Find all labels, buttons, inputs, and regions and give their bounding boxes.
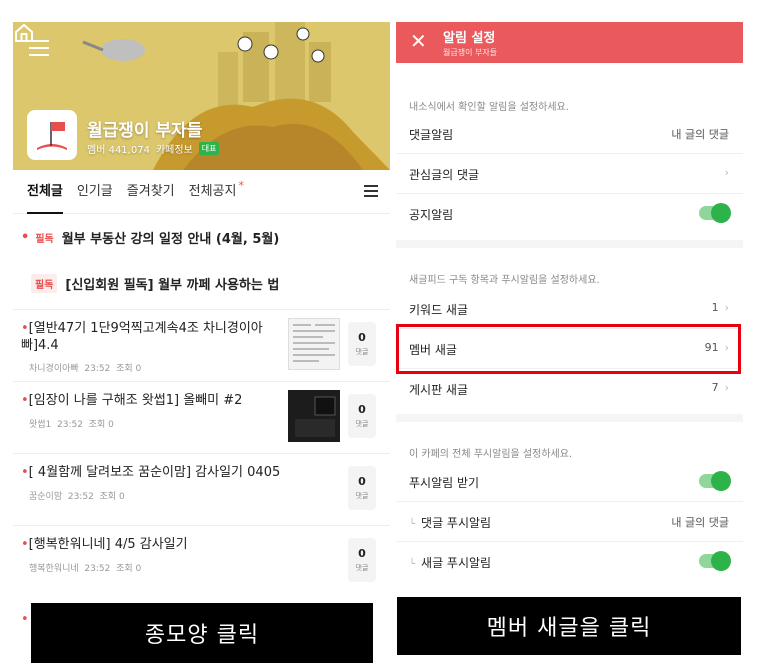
- instruction-caption-left: 종모양 클릭: [31, 603, 373, 663]
- home-icon[interactable]: [13, 22, 35, 44]
- notice-row[interactable]: 필독 [신입회원 필독] 월부 까페 사용하는 법: [13, 262, 390, 304]
- tab-all-notices[interactable]: 전체공지 *: [189, 170, 244, 214]
- section-hint: 새글피드 구독 항목과 푸시알림을 설정하세요.: [409, 275, 600, 286]
- section-divider: [396, 240, 743, 248]
- notice-title: [신입회원 필독] 월부 까페 사용하는 법: [65, 277, 280, 293]
- cafe-info-link[interactable]: 카페정보: [156, 141, 193, 156]
- row-label: 댓글알림: [409, 128, 454, 142]
- row-label: 새글 푸시알림: [421, 556, 492, 570]
- cafe-screen: 월급쟁이 부자들 멤버 441,074 카페정보 대표 전체글 인기글 즐겨찾기…: [13, 22, 390, 662]
- notice-row[interactable]: • 필독 월부 부동산 강의 일정 안내 (4월, 5월): [13, 216, 390, 258]
- comment-push-row[interactable]: └ 댓글 푸시알림 내 글의 댓글: [396, 502, 743, 542]
- chevron-right-icon: ›: [724, 166, 729, 179]
- tab-all-posts[interactable]: 전체글: [27, 170, 63, 214]
- newpost-push-row[interactable]: └ 새글 푸시알림: [396, 542, 743, 582]
- rep-badge: 대표: [198, 142, 220, 155]
- row-label: 공지알림: [409, 208, 454, 222]
- post-title: [행복한워니네] 4/5 감사일기: [28, 537, 188, 552]
- app-bar: ✕ 알림 설정 월급쟁이 부자들: [396, 22, 743, 63]
- row-label: 댓글 푸시알림: [421, 516, 492, 530]
- page-title: 알림 설정: [443, 31, 496, 46]
- post-meta: 왓썹1 23:52 조회 0: [29, 420, 114, 430]
- row-label: 관심글의 댓글: [409, 168, 480, 182]
- post-item[interactable]: •[열반47기 1단9억찍고계속4조 차니경이아빠]4.4 차니경이아빠 23:…: [13, 309, 390, 381]
- section-divider: [396, 414, 743, 422]
- post-bullet-partial: •: [21, 612, 29, 627]
- comment-alert-row[interactable]: 댓글알림 내 글의 댓글: [396, 114, 743, 154]
- notice-tag: 필독: [35, 233, 54, 245]
- post-meta: 차니경이아빠 23:52 조회 0: [29, 364, 142, 374]
- push-alert-toggle[interactable]: [699, 471, 731, 491]
- row-label: 게시판 새글: [409, 383, 469, 397]
- row-label: 푸시알림 받기: [409, 476, 480, 490]
- post-title: [ 4월함께 달려보조 꿈순이맘] 감사일기 0405: [28, 465, 281, 480]
- row-value: 1: [711, 301, 719, 314]
- row-label: 키워드 새글: [409, 303, 469, 317]
- post-item[interactable]: •[행복한워니네] 4/5 감사일기 행복한워니네 23:52 조회 0 0 댓글: [13, 525, 390, 597]
- cafe-name: 월급쟁이 부자들: [87, 121, 203, 141]
- tabs-menu-icon[interactable]: [364, 185, 378, 200]
- comment-count-box: 0 댓글: [348, 538, 376, 582]
- tab-favorites[interactable]: 즐겨찾기: [127, 170, 175, 214]
- newpost-push-toggle[interactable]: [699, 551, 731, 571]
- cafe-meta: 멤버 441,074 카페정보 대표: [87, 141, 220, 156]
- section-hint: 내소식에서 확인할 알림을 설정하세요.: [409, 102, 569, 113]
- post-title: [임장이 나를 구해조 왓썹1] 올빼미 #2: [28, 393, 243, 408]
- notice-alert-row[interactable]: 공지알림: [396, 194, 743, 234]
- post-thumbnail[interactable]: [288, 390, 340, 442]
- new-dot: *: [238, 178, 244, 192]
- chevron-right-icon: ›: [724, 301, 729, 314]
- row-value: 내 글의 댓글: [671, 516, 729, 529]
- push-alert-row[interactable]: 푸시알림 받기: [396, 462, 743, 502]
- interest-comments-row[interactable]: 관심글의 댓글 ›: [396, 154, 743, 194]
- post-thumbnail[interactable]: [288, 318, 340, 370]
- member-new-posts-highlight: [396, 324, 741, 374]
- notification-settings-screen: ✕ 알림 설정 월급쟁이 부자들 내소식에서 확인할 알림을 설정하세요. 댓글…: [396, 22, 743, 662]
- chevron-right-icon: ›: [724, 381, 729, 394]
- board-new-posts-row[interactable]: 게시판 새글 7 ›: [396, 369, 743, 409]
- cafe-banner: 월급쟁이 부자들 멤버 441,074 카페정보 대표: [13, 22, 390, 170]
- cafe-logo: [27, 110, 77, 160]
- sub-item-icon: └: [409, 519, 416, 530]
- page-subtitle: 월급쟁이 부자들: [443, 48, 498, 57]
- tab-popular[interactable]: 인기글: [77, 170, 113, 214]
- post-meta: 꿈순이맘 23:52 조회 0: [29, 492, 125, 502]
- close-icon[interactable]: ✕: [410, 31, 427, 51]
- instruction-caption-right: 멤버 새글을 클릭: [397, 597, 741, 655]
- post-item[interactable]: •[임장이 나를 구해조 왓썹1] 올빼미 #2 왓썹1 23:52 조회 0 …: [13, 381, 390, 453]
- board-tabs: 전체글 인기글 즐겨찾기 전체공지 *: [13, 170, 390, 214]
- post-meta: 행복한워니네 23:52 조회 0: [29, 564, 142, 574]
- sub-item-icon: └: [409, 559, 416, 570]
- post-title: [열반47기 1단9억찍고계속4조 차니경이아빠]4.4: [21, 321, 263, 353]
- section-hint: 이 카페의 전체 푸시알림을 설정하세요.: [409, 449, 573, 460]
- comment-count-box: 0 댓글: [348, 394, 376, 438]
- row-value: 7: [711, 381, 719, 394]
- notice-alert-toggle[interactable]: [699, 203, 731, 223]
- comment-count-box: 0 댓글: [348, 466, 376, 510]
- row-value: 내 글의 댓글: [671, 128, 729, 141]
- member-count: 멤버 441,074: [87, 145, 150, 156]
- keyword-new-posts-row[interactable]: 키워드 새글 1 ›: [396, 289, 743, 329]
- notice-title: 월부 부동산 강의 일정 안내 (4월, 5월): [61, 231, 280, 247]
- comment-count-box: 0 댓글: [348, 322, 376, 366]
- notice-tag: 필독: [31, 273, 58, 293]
- post-item[interactable]: •[ 4월함께 달려보조 꿈순이맘] 감사일기 0405 꿈순이맘 23:52 …: [13, 453, 390, 525]
